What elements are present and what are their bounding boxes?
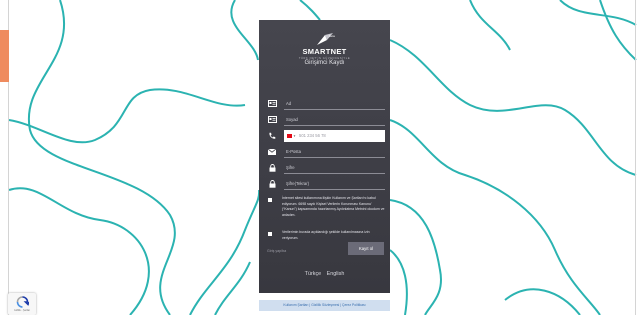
password-repeat-input[interactable]: Şifre(Tekrar) <box>284 178 385 190</box>
terms-text: İnternet sitesi kullanımına ilişkin Kull… <box>282 196 385 217</box>
footer-links[interactable]: Kullanım Şartları | Gizlilik Sözleşmesi … <box>259 300 390 311</box>
last-name-field: Soyad <box>267 114 385 127</box>
smartnet-logo-icon: beta <box>316 33 335 45</box>
brand-logo: beta SMARTNET TÜRK NET'İN GÜVENCESİYLE <box>259 32 390 60</box>
register-button[interactable]: Kayıt ol <box>348 242 384 255</box>
page-title: Girişimci Kaydı <box>304 60 345 66</box>
brand-name: SMARTNET <box>302 47 347 56</box>
chevron-down-icon[interactable]: ▼ <box>293 130 296 142</box>
side-tab[interactable] <box>0 30 9 82</box>
id-card-icon <box>267 100 277 109</box>
signin-link[interactable]: Giriş yap/ba <box>267 249 286 253</box>
last-name-input[interactable]: Soyad <box>284 114 385 126</box>
phone-icon <box>267 132 277 141</box>
password-repeat-field: Şifre(Tekrar) <box>267 178 385 191</box>
password-field: Şifre <box>267 162 385 175</box>
consent-checkbox[interactable] <box>268 232 272 236</box>
consent-text: Verilerimin burada açıklandığı şekilde k… <box>282 230 370 240</box>
language-turkish[interactable]: Türkçe <box>305 271 321 277</box>
terms-checkbox[interactable] <box>268 198 272 202</box>
email-input[interactable]: E-Posta <box>284 146 385 158</box>
first-name-field: Ad <box>267 98 385 111</box>
turkey-flag-icon[interactable] <box>287 134 292 138</box>
language-switcher: Türkçe English <box>259 271 390 277</box>
password-input[interactable]: Şifre <box>284 162 385 174</box>
first-name-input[interactable]: Ad <box>284 98 385 110</box>
phone-input[interactable]: ▼ 501 234 56 78 <box>284 130 385 142</box>
recaptcha-links[interactable]: Gizlilik - Şartlar <box>8 309 36 312</box>
language-english[interactable]: English <box>327 271 345 277</box>
phone-placeholder: 501 234 56 78 <box>298 133 326 139</box>
envelope-icon <box>267 148 277 157</box>
registration-panel: beta SMARTNET TÜRK NET'İN GÜVENCESİYLE G… <box>259 20 390 293</box>
lock-icon <box>267 164 277 173</box>
id-card-icon <box>267 116 277 125</box>
recaptcha-badge[interactable]: Gizlilik - Şartlar <box>8 293 36 315</box>
phone-field: ▼ 501 234 56 78 <box>267 130 385 143</box>
email-field: E-Posta <box>267 146 385 159</box>
lock-icon <box>267 180 277 189</box>
recaptcha-icon <box>16 296 29 308</box>
svg-text:beta: beta <box>329 34 335 38</box>
